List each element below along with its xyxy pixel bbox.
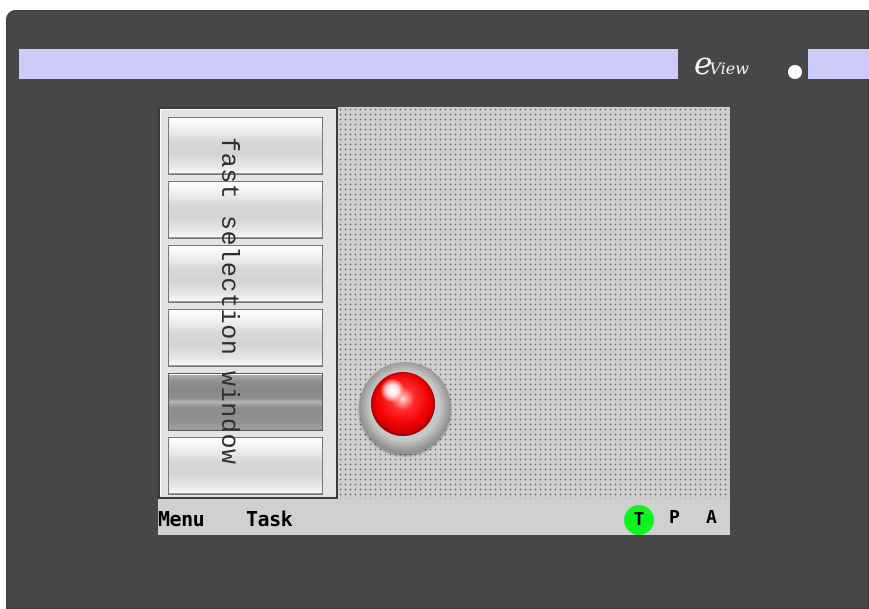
fast-selection-button-2[interactable] [168, 181, 323, 239]
menu-button[interactable]: Menu [158, 509, 205, 529]
status-indicator-a: A [706, 507, 717, 528]
fast-selection-button-4[interactable] [168, 309, 323, 367]
red-lamp-lens [371, 372, 435, 436]
lamp-highlight [381, 379, 404, 402]
red-indicator-lamp[interactable] [359, 362, 451, 454]
power-led-icon [788, 65, 802, 79]
fast-selection-button-1[interactable] [168, 117, 323, 175]
page: eView fast selection window Menu Task T … [0, 0, 869, 609]
fast-selection-button-3[interactable] [168, 245, 323, 303]
fast-selection-window: fast selection window [158, 107, 338, 499]
bottom-bar: Menu Task T P A [158, 499, 730, 535]
brand-logo: eView [694, 49, 749, 80]
status-indicator-p: P [669, 507, 680, 528]
hmi-screen: fast selection window Menu Task T P A [158, 107, 730, 535]
status-indicator-t: T [624, 505, 654, 535]
brand-logo-text: View [709, 59, 749, 78]
task-button[interactable]: Task [246, 509, 293, 529]
fast-selection-button-5-active[interactable] [168, 373, 323, 431]
fast-selection-button-6[interactable] [168, 437, 323, 495]
